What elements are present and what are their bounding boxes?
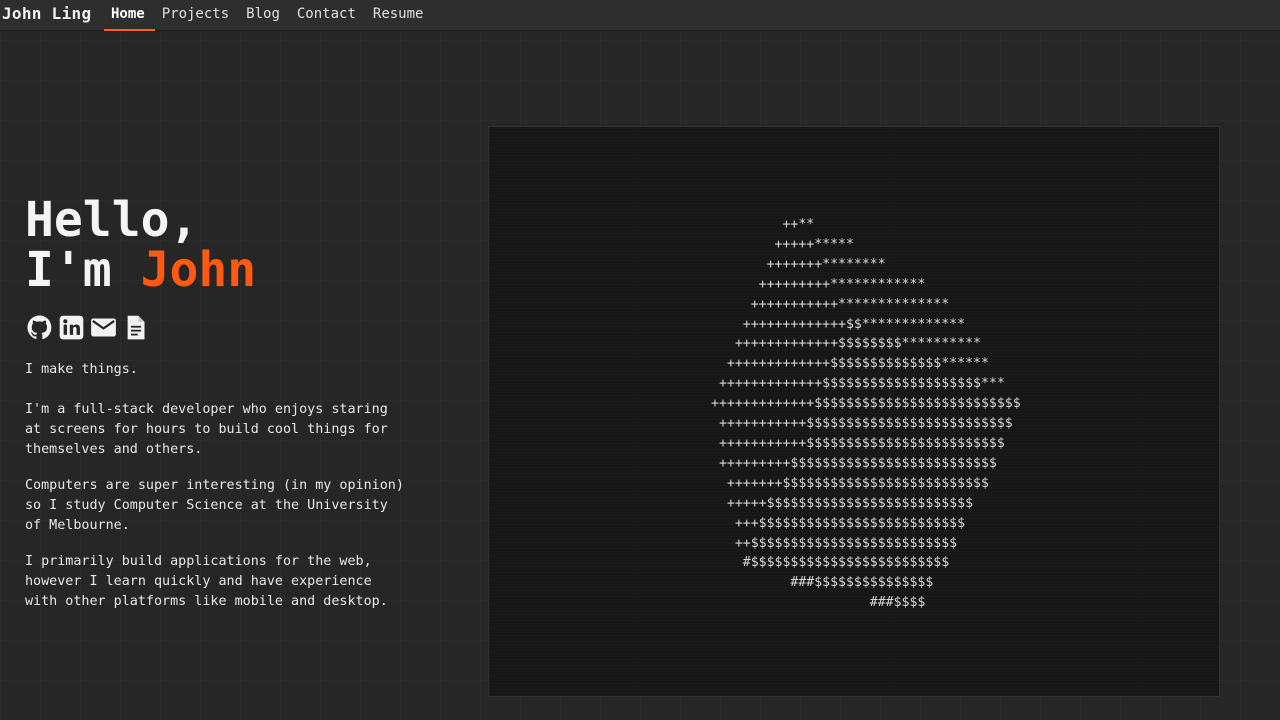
bio-paragraph-developer: I'm a full-stack developer who enjoys st…	[25, 402, 388, 457]
site-brand[interactable]: John Ling	[2, 4, 91, 23]
hero-heading: Hello, I'm John	[25, 195, 256, 295]
linkedin-icon[interactable]	[58, 314, 85, 341]
email-icon[interactable]	[90, 314, 117, 341]
bio-paragraph-study: Computers are super interesting (in my o…	[25, 478, 404, 533]
nav-link-resume[interactable]: Resume	[366, 0, 434, 31]
github-icon[interactable]	[26, 314, 53, 341]
hero-name: John	[140, 242, 257, 298]
hero-greeting: Hello,	[25, 192, 199, 248]
nav-link-blog[interactable]: Blog	[239, 0, 290, 31]
nav-link-projects[interactable]: Projects	[155, 0, 239, 31]
hero-im: I'm	[25, 242, 141, 298]
top-navbar: John Ling Home Projects Blog Contact Res…	[0, 0, 1280, 31]
bio-tagline: I make things.	[25, 362, 138, 377]
ascii-art-sphere: ++** +++++***** +++++++******** ++++++++…	[711, 217, 1021, 611]
ascii-art-panel: ++** +++++***** +++++++******** ++++++++…	[488, 126, 1220, 697]
bio-section: I make things. I'm a full-stack develope…	[25, 360, 405, 628]
social-links	[26, 314, 149, 341]
nav-link-home[interactable]: Home	[104, 0, 155, 31]
resume-document-icon[interactable]	[122, 314, 149, 341]
bio-paragraph-platforms: I primarily build applications for the w…	[25, 554, 388, 609]
nav-link-contact[interactable]: Contact	[290, 0, 366, 31]
nav-links: Home Projects Blog Contact Resume	[104, 0, 433, 31]
